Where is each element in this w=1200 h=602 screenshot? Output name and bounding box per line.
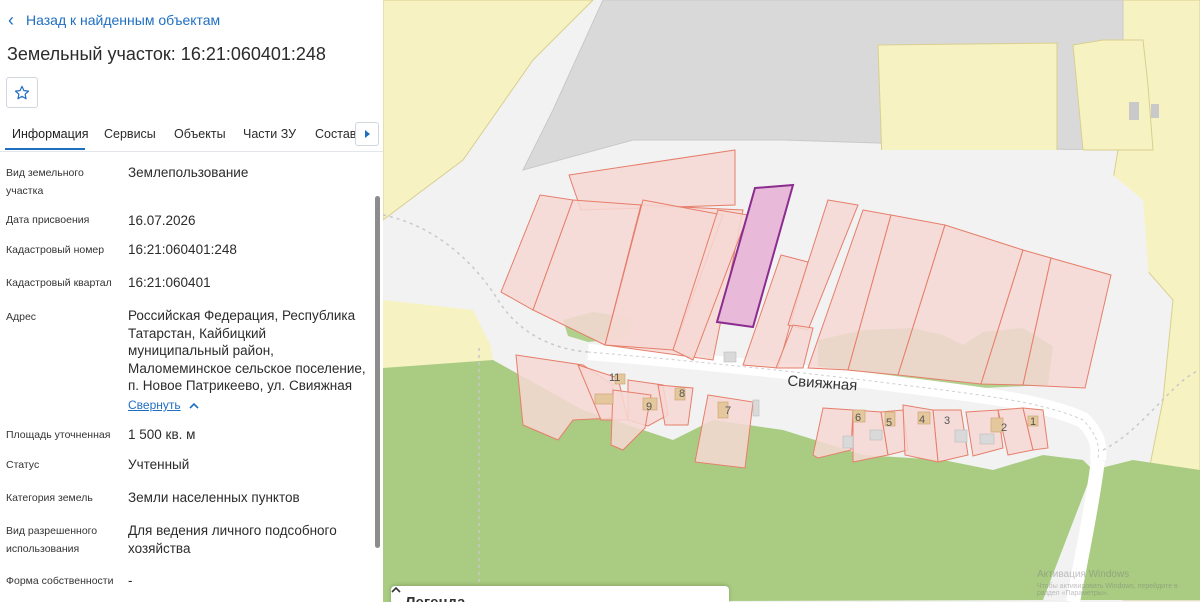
house-number-8: 8 [679, 388, 685, 400]
field-value-address: Российская Федерация, Республика Татарст… [128, 308, 366, 393]
field-value-ownership: - [128, 573, 133, 588]
house-number-9: 9 [646, 401, 652, 413]
house-number-6: 6 [855, 412, 861, 424]
panel-scrollbar[interactable] [375, 196, 380, 548]
field-label-date: Дата присвоения [6, 214, 90, 226]
tab-information[interactable]: Информация [12, 127, 89, 141]
tab-objects[interactable]: Объекты [174, 127, 226, 141]
windows-activation-watermark: Активация Windows [1037, 569, 1130, 580]
chevron-up-icon[interactable] [391, 586, 401, 593]
field-value-type: Землепользование [128, 165, 249, 180]
house-number-3: 3 [944, 415, 950, 427]
house-number-1: 1 [1030, 416, 1036, 428]
info-panel: ‹ Назад к найденным объектам Земельный у… [0, 0, 383, 602]
legend-title: Легенда [405, 594, 465, 602]
map-zone-grey [1072, 39, 1154, 151]
field-label-ownership: Форма собственности [6, 575, 114, 587]
field-label-area: Площадь уточненная [6, 429, 111, 441]
field-label-category: Категория земель [6, 492, 93, 504]
field-label-cadastral-number: Кадастровый номер [6, 244, 105, 256]
field-label-type: Вид земельного участка [6, 167, 84, 197]
field-value-category: Земли населенных пунктов [128, 490, 300, 505]
tab-parcel-parts[interactable]: Части ЗУ [243, 127, 296, 141]
windows-activation-subtext: Чтобы активировать Windows, перейдите в … [1037, 583, 1178, 597]
favorite-button[interactable] [6, 77, 38, 108]
map-canvas[interactable]: 11 9 8 7 6 5 4 3 2 1 Свияжная [383, 0, 1200, 602]
field-value-date: 16.07.2026 [128, 213, 196, 228]
field-label-address: Адрес [6, 311, 37, 323]
back-link[interactable]: ‹ Назад к найденным объектам [8, 10, 221, 30]
chevron-left-icon: ‹ [8, 10, 14, 30]
caret-right-icon [364, 130, 370, 138]
map-view[interactable]: 11 9 8 7 6 5 4 3 2 1 Свияжная Легенда Ак… [383, 0, 1200, 602]
field-value-cadastral-quarter: 16:21:060401 [128, 275, 211, 290]
legend-panel[interactable]: Легенда [391, 586, 729, 602]
house-number-5: 5 [886, 417, 892, 429]
tab-composition[interactable]: Состав [315, 127, 356, 141]
house-number-2: 2 [1001, 422, 1007, 434]
field-value-area: 1 500 кв. м [128, 427, 196, 442]
field-value-cadastral-number: 16:21:060401:248 [128, 242, 237, 257]
tab-scroll-button[interactable] [355, 122, 379, 146]
tab-bar: Информация Сервисы Объекты Части ЗУ Сост… [0, 118, 383, 152]
field-value-status: Учтенный [128, 457, 190, 472]
house-number-4: 4 [919, 414, 925, 426]
collapse-address-link[interactable]: Свернуть [128, 398, 199, 412]
house-number-7: 7 [725, 405, 731, 417]
tab-services[interactable]: Сервисы [104, 127, 156, 141]
map-building [1151, 104, 1159, 118]
back-link-label: Назад к найденным объектам [26, 12, 221, 28]
page-title: Земельный участок: 16:21:060401:248 [7, 44, 326, 64]
chevron-up-icon [189, 402, 199, 409]
star-icon [14, 85, 30, 99]
field-label-status: Статус [6, 459, 40, 471]
map-building [1129, 102, 1139, 120]
field-value-permitted-use: Для ведения личного подсобного хозяйства [128, 523, 337, 556]
collapse-label: Свернуть [128, 398, 181, 412]
house-number-11: 11 [609, 372, 620, 384]
field-label-cadastral-quarter: Кадастровый квартал [6, 277, 112, 289]
field-label-permitted-use: Вид разрешенного использования [6, 525, 98, 555]
active-tab-indicator [5, 148, 85, 150]
